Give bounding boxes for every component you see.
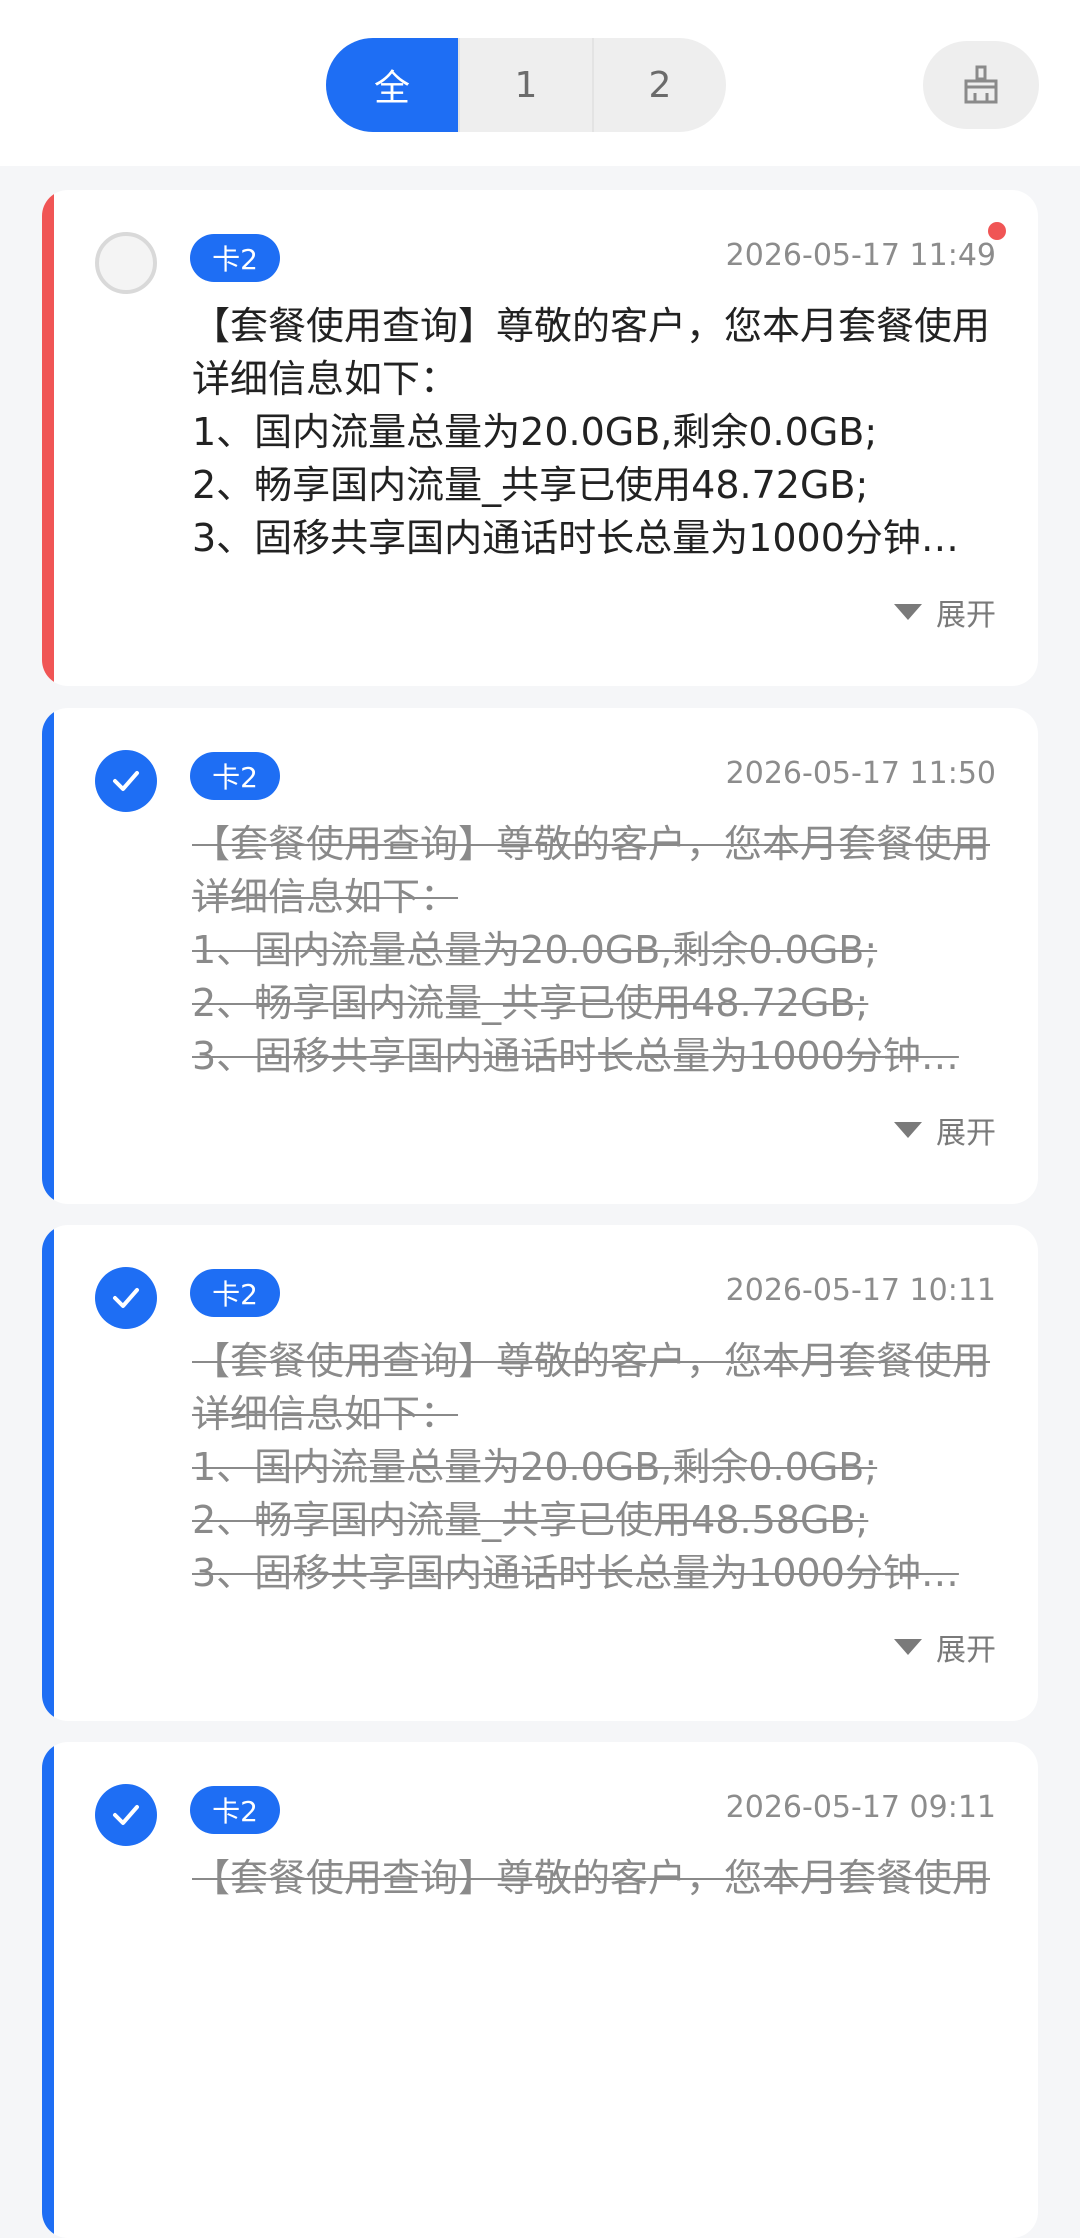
triangle-down-icon [894,1639,922,1655]
message-time: 2026-05-17 10:11 [725,1273,996,1308]
expand-label: 展开 [936,1116,996,1151]
message-line: 【套餐使用查询】尊敬的客户，您本月套餐使用 [192,1339,991,1383]
message-line: 1、国内流量总量为20.0GB,剩余0.0GB; [192,1445,878,1489]
expand-button[interactable]: 展开 [894,1108,996,1152]
message-line: 1、国内流量总量为20.0GB,剩余0.0GB; [192,410,878,454]
message-body: 【套餐使用查询】尊敬的客户，您本月套餐使用 [192,1852,1004,1905]
message-card[interactable]: 卡2 2026-05-17 11:49 【套餐使用查询】尊敬的客户，您本月套餐使… [42,190,1038,686]
tab-sim-2[interactable]: 2 [592,38,726,132]
expand-label: 展开 [936,1633,996,1668]
sim-filter-tabs: 全 1 2 [326,38,726,132]
message-line: 详细信息如下： [192,875,459,919]
card-accent-bar [42,1742,54,2238]
card-accent-bar [42,1225,54,1721]
message-time: 2026-05-17 09:11 [725,1790,996,1825]
triangle-down-icon [894,604,922,620]
checkmark-icon [113,1805,139,1825]
sim-badge: 卡2 [190,752,280,800]
tab-sim-1[interactable]: 1 [458,38,592,132]
message-time: 2026-05-17 11:49 [725,238,996,273]
expand-label: 展开 [936,598,996,633]
message-body: 【套餐使用查询】尊敬的客户，您本月套餐使用 详细信息如下： 1、国内流量总量为2… [192,300,1004,565]
expand-button[interactable]: 展开 [894,590,996,634]
message-line: 【套餐使用查询】尊敬的客户，您本月套餐使用 [192,304,991,348]
tab-all[interactable]: 全 [326,38,458,132]
message-body: 【套餐使用查询】尊敬的客户，您本月套餐使用 详细信息如下： 1、国内流量总量为2… [192,818,1004,1083]
expand-button[interactable]: 展开 [894,1625,996,1669]
message-card[interactable]: 卡2 2026-05-17 11:50 【套餐使用查询】尊敬的客户，您本月套餐使… [42,708,1038,1204]
triangle-down-icon [894,1122,922,1138]
message-line: 【套餐使用查询】尊敬的客户，您本月套餐使用 [192,1856,991,1900]
sim-badge: 卡2 [190,234,280,282]
message-body: 【套餐使用查询】尊敬的客户，您本月套餐使用 详细信息如下： 1、国内流量总量为2… [192,1335,1004,1600]
message-line: 【套餐使用查询】尊敬的客户，您本月套餐使用 [192,822,991,866]
clean-button[interactable] [923,41,1039,129]
message-line: 3、固移共享国内通话时长总量为1000分钟… [192,1034,959,1078]
select-checkbox[interactable] [95,232,157,294]
message-line: 1、国内流量总量为20.0GB,剩余0.0GB; [192,928,878,972]
select-checkbox[interactable] [95,1784,157,1846]
sim-badge: 卡2 [190,1269,280,1317]
select-checkbox[interactable] [95,1267,157,1329]
sim-badge: 卡2 [190,1786,280,1834]
select-checkbox[interactable] [95,750,157,812]
message-line: 2、畅享国内流量_共享已使用48.58GB; [192,1498,869,1542]
message-line: 2、畅享国内流量_共享已使用48.72GB; [192,463,869,507]
card-accent-bar [42,190,54,686]
message-line: 3、固移共享国内通话时长总量为1000分钟… [192,1551,959,1595]
checkmark-icon [113,771,139,791]
card-accent-bar [42,708,54,1204]
unread-dot [988,222,1006,240]
message-card[interactable]: 卡2 2026-05-17 09:11 【套餐使用查询】尊敬的客户，您本月套餐使… [42,1742,1038,2238]
message-line: 3、固移共享国内通话时长总量为1000分钟… [192,516,959,560]
message-card[interactable]: 卡2 2026-05-17 10:11 【套餐使用查询】尊敬的客户，您本月套餐使… [42,1225,1038,1721]
message-line: 详细信息如下： [192,357,459,401]
broom-icon [964,65,998,104]
message-time: 2026-05-17 11:50 [725,756,996,791]
message-line: 详细信息如下： [192,1392,459,1436]
top-bar: 全 1 2 [0,0,1080,166]
checkmark-icon [113,1288,139,1308]
message-line: 2、畅享国内流量_共享已使用48.72GB; [192,981,869,1025]
